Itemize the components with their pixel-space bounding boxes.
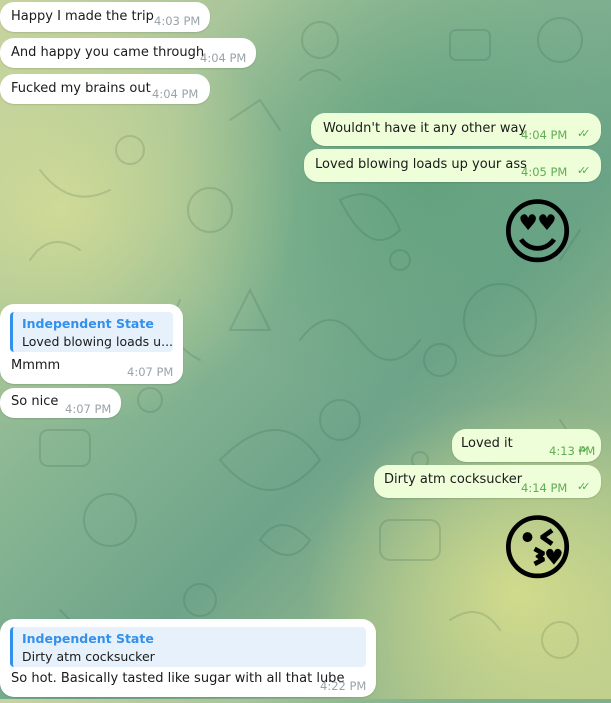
- message-outgoing[interactable]: Wouldn't have it any other way 4:04 PM ✓…: [311, 113, 601, 146]
- message-incoming[interactable]: And happy you came through 4:04 PM: [0, 38, 256, 68]
- message-text: And happy you came through: [11, 45, 205, 60]
- read-check-icon: ✓✓: [577, 480, 591, 493]
- reply-author: Independent State: [22, 316, 154, 331]
- message-time: 4:04 PM: [200, 51, 247, 65]
- message-text: Happy I made the trip: [11, 9, 154, 24]
- message-incoming[interactable]: So nice 4:07 PM: [0, 388, 121, 418]
- message-time: 4:04 PM: [521, 128, 568, 142]
- message-outgoing[interactable]: Loved blowing loads up your ass 4:05 PM …: [304, 149, 601, 182]
- message-text: Wouldn't have it any other way: [323, 121, 527, 136]
- message-text: Dirty atm cocksucker: [384, 472, 523, 487]
- message-text: So nice: [11, 394, 59, 409]
- message-time: 4:07 PM: [127, 365, 174, 379]
- message-text: Loved blowing loads up your ass: [315, 157, 527, 172]
- read-check-icon: ✓✓: [577, 164, 591, 177]
- message-incoming-reply[interactable]: Independent State Dirty atm cocksucker S…: [0, 619, 376, 697]
- reply-quote[interactable]: Independent State Loved blowing loads u.…: [10, 312, 173, 352]
- message-outgoing[interactable]: Dirty atm cocksucker 4:14 PM ✓✓: [374, 465, 601, 498]
- message-time: 4:22 PM: [320, 679, 367, 693]
- read-check-icon: ✓✓: [577, 127, 591, 140]
- reply-author: Independent State: [22, 631, 154, 646]
- message-time: 4:14 PM: [521, 481, 568, 495]
- message-time: 4:05 PM: [521, 165, 568, 179]
- reply-quote[interactable]: Independent State Dirty atm cocksucker: [10, 627, 366, 667]
- message-incoming[interactable]: Happy I made the trip 4:03 PM: [0, 2, 210, 32]
- message-outgoing[interactable]: Loved it 4:13 PM ✓✓: [452, 429, 601, 462]
- message-incoming-reply[interactable]: Independent State Loved blowing loads u.…: [0, 304, 183, 384]
- message-time: 4:04 PM: [152, 87, 199, 101]
- read-check-icon: ✓✓: [577, 443, 591, 456]
- message-text: Fucked my brains out: [11, 81, 151, 96]
- message-text: Mmmm: [11, 358, 61, 373]
- reply-snippet: Dirty atm cocksucker: [22, 649, 155, 664]
- heart-eyes-emoji[interactable]: 😍: [500, 196, 575, 268]
- message-time: 4:13 PM: [549, 444, 596, 458]
- message-time: 4:07 PM: [65, 402, 112, 416]
- message-text: So hot. Basically tasted like sugar with…: [11, 671, 345, 686]
- message-incoming[interactable]: Fucked my brains out 4:04 PM: [0, 74, 210, 104]
- kissing-heart-emoji[interactable]: 😘: [500, 512, 575, 584]
- reply-snippet: Loved blowing loads u...: [22, 334, 174, 349]
- message-time: 4:03 PM: [154, 14, 201, 28]
- message-text: Loved it: [461, 436, 513, 451]
